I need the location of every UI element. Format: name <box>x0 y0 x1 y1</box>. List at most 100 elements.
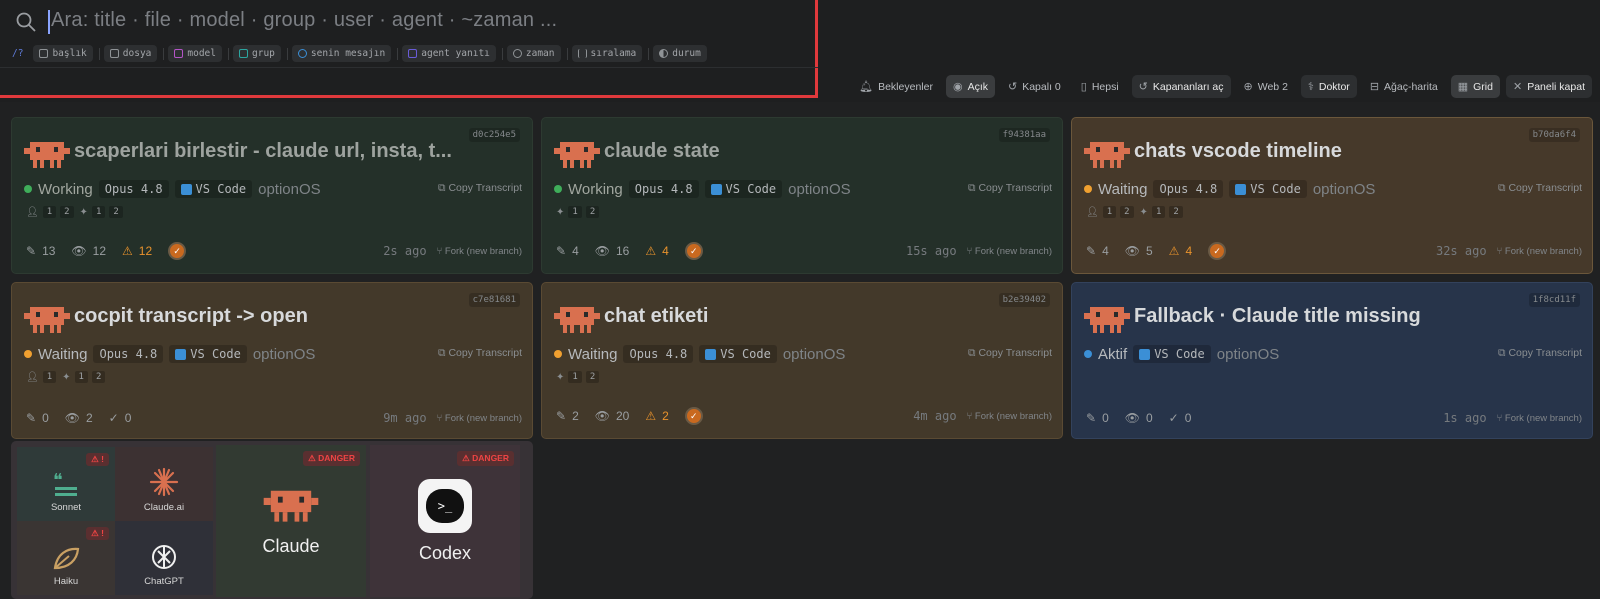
session-hash[interactable]: c7e81681 <box>468 293 520 307</box>
copy-icon: ⧉ <box>968 182 979 194</box>
status-dot <box>554 185 562 193</box>
session-hash[interactable]: d0c254e5 <box>468 128 520 142</box>
copy-transcript-button[interactable]: ⧉ Copy Transcript <box>1498 347 1582 360</box>
filter-chip-status[interactable]: durum <box>653 45 707 62</box>
agent-count: 1 <box>568 371 582 383</box>
edits-stat: ✎ 4 <box>556 244 579 258</box>
pencil-icon: ✎ <box>1086 411 1097 425</box>
claude-mascot-icon <box>554 142 600 168</box>
tree-map-button[interactable]: ⊟ Ağaç-harita <box>1363 75 1445 98</box>
session-card[interactable]: f94381aa claude state Working Opus 4.8 VS Co… <box>541 117 1063 274</box>
session-hash[interactable]: 1f8cd11f <box>1528 293 1580 307</box>
session-card[interactable]: d0c254e5 scaperlari birlestir - claude ur… <box>11 117 533 274</box>
claude-mascot-icon <box>1084 307 1130 333</box>
divider <box>228 47 229 60</box>
badge-text: DANGER <box>472 453 509 463</box>
button-label: Kapananları aç <box>1152 80 1224 93</box>
quote-icon: ❝ <box>53 472 77 496</box>
session-hash[interactable]: b70da6f4 <box>1528 128 1580 142</box>
session-meta: Waiting Opus 4.8 VS Code optionOS <box>554 345 845 363</box>
filter-pending-button[interactable]: 🔔︎ Bekleyenler <box>852 75 940 98</box>
search-input[interactable]: Ara: title · file · model · group · user… <box>51 9 557 32</box>
model-option-haiku[interactable]: Haiku ⚠ ! <box>17 521 115 595</box>
fork-button[interactable]: ⑂ Fork (new branch) <box>967 411 1052 422</box>
filter-closed-button[interactable]: ↺ Kapalı 0 <box>1001 75 1068 98</box>
sparkle-icon: ✦ <box>79 206 88 218</box>
divider <box>501 47 503 60</box>
fork-button[interactable]: ⑂ Fork (new branch) <box>1497 246 1582 257</box>
copy-transcript-button[interactable]: ⧉ Copy Transcript <box>438 347 522 360</box>
filter-chip-heading[interactable]: başlık <box>33 45 93 62</box>
copy-transcript-button[interactable]: ⧉ Copy Transcript <box>438 182 522 195</box>
filter-all-button[interactable]: ▯ Hepsi <box>1074 75 1126 98</box>
model-option-claude-ai[interactable]: Claude.ai <box>115 447 213 521</box>
check-circle-icon: ✓ <box>1168 411 1179 425</box>
session-card[interactable]: 1f8cd11f Fallback · Claude title missing A… <box>1071 282 1593 439</box>
web-button[interactable]: ⊕ Web 2 <box>1237 75 1295 98</box>
warning-icon: ⚠ <box>122 244 133 258</box>
card-footer: ✎ 2 👁︎ 20 ⚠ 2 ✓ 4m ago ⑂ Fork (new branch) <box>556 407 1052 425</box>
edits-stat: ✎ 0 <box>26 411 49 425</box>
user-count: 1 <box>42 371 57 383</box>
help-shortcut[interactable]: /? <box>12 48 23 59</box>
filter-chip-user[interactable]: senin mesajın <box>291 45 392 62</box>
warnings-stat: ⚠ 12 <box>122 244 152 258</box>
filter-open-button[interactable]: ◉ Açık <box>945 75 995 98</box>
verified-badge-icon[interactable]: ✓ <box>1208 242 1227 260</box>
agent-option-codex[interactable]: ⚠ DANGER >_ Codex <box>370 445 520 597</box>
grid-view-button[interactable]: ▦ Grid <box>1450 75 1500 98</box>
filter-chip-agent[interactable]: agent yanıtı <box>402 45 496 62</box>
fork-button[interactable]: ⑂ Fork (new branch) <box>437 246 522 257</box>
eye-icon: 👁︎ <box>1124 411 1140 425</box>
eye-icon: 👁︎ <box>594 244 610 258</box>
user-count: 1 <box>1102 206 1117 218</box>
session-title: cocpit transcript -> open <box>74 305 308 327</box>
verified-badge-icon[interactable]: ✓ <box>168 242 187 260</box>
fork-button[interactable]: ⑂ Fork (new branch) <box>967 246 1052 257</box>
filter-chip-time[interactable]: zaman <box>506 45 561 62</box>
button-label: Copy Transcript <box>1508 182 1582 194</box>
restore-icon: ↺ <box>1138 81 1148 93</box>
filter-chip-group[interactable]: grup <box>233 45 281 62</box>
stat-value: 0 <box>1184 411 1192 425</box>
session-card[interactable]: c7e81681 cocpit transcript -> open Waiting… <box>11 282 533 439</box>
filter-chip-file[interactable]: dosya <box>103 45 158 62</box>
grid-icon: ▦ <box>1457 81 1469 93</box>
tree-icon: ⊟ <box>1369 81 1380 93</box>
participant-counts: ✦ 1 2 <box>554 371 600 383</box>
clipboard-icon: ▯ <box>1080 81 1087 93</box>
fork-button[interactable]: ⑂ Fork (new branch) <box>437 413 522 424</box>
button-label: Web 2 <box>1257 80 1288 93</box>
filter-chip-model[interactable]: model <box>168 45 222 62</box>
pencil-icon: ✎ <box>26 411 37 425</box>
fork-icon: ⑂ <box>1496 412 1505 424</box>
agent-count: 1 <box>74 371 88 383</box>
copy-transcript-button[interactable]: ⧉ Copy Transcript <box>968 182 1052 195</box>
verified-badge-icon[interactable]: ✓ <box>684 242 703 260</box>
divider <box>286 47 288 60</box>
warnings-stat: ⚠ 4 <box>1169 244 1192 258</box>
session-card[interactable]: b70da6f4 chats vscode timeline Waiting Opus… <box>1071 117 1593 274</box>
filter-chip-sort[interactable]: sıralama <box>571 45 643 62</box>
agent-count: 1 <box>91 206 106 218</box>
reopen-closed-button[interactable]: ↺ Kapananları aç <box>1131 75 1231 98</box>
model-option-chatgpt[interactable]: ChatGPT <box>115 521 213 595</box>
session-card[interactable]: b2e39402 chat etiketi Waiting Opus 4.8 VS Co… <box>541 282 1063 439</box>
sparkle-icon: ✦ <box>1139 206 1148 218</box>
copy-transcript-button[interactable]: ⧉ Copy Transcript <box>1498 182 1582 195</box>
copy-icon: ⧉ <box>1498 182 1509 194</box>
copy-transcript-button[interactable]: ⧉ Copy Transcript <box>968 347 1052 360</box>
checks-stat: ✓ 0 <box>1169 411 1192 425</box>
claude-mascot-icon <box>24 307 70 333</box>
session-hash[interactable]: f94381aa <box>998 128 1050 142</box>
views-stat: 👁︎ 12 <box>71 244 106 258</box>
close-panel-button[interactable]: ✕ Paneli kapat <box>1505 75 1592 98</box>
status-dot <box>24 350 32 358</box>
verified-badge-icon[interactable]: ✓ <box>684 407 703 425</box>
session-hash[interactable]: b2e39402 <box>998 293 1050 307</box>
model-option-sonnet[interactable]: ❝ Sonnet ⚠ ! <box>17 447 115 521</box>
edits-stat: ✎ 13 <box>26 244 55 258</box>
agent-option-claude[interactable]: ⚠ DANGER Claude <box>216 445 366 597</box>
doctor-button[interactable]: ⚕ Doktor <box>1300 75 1357 98</box>
fork-button[interactable]: ⑂ Fork (new branch) <box>1497 413 1582 424</box>
